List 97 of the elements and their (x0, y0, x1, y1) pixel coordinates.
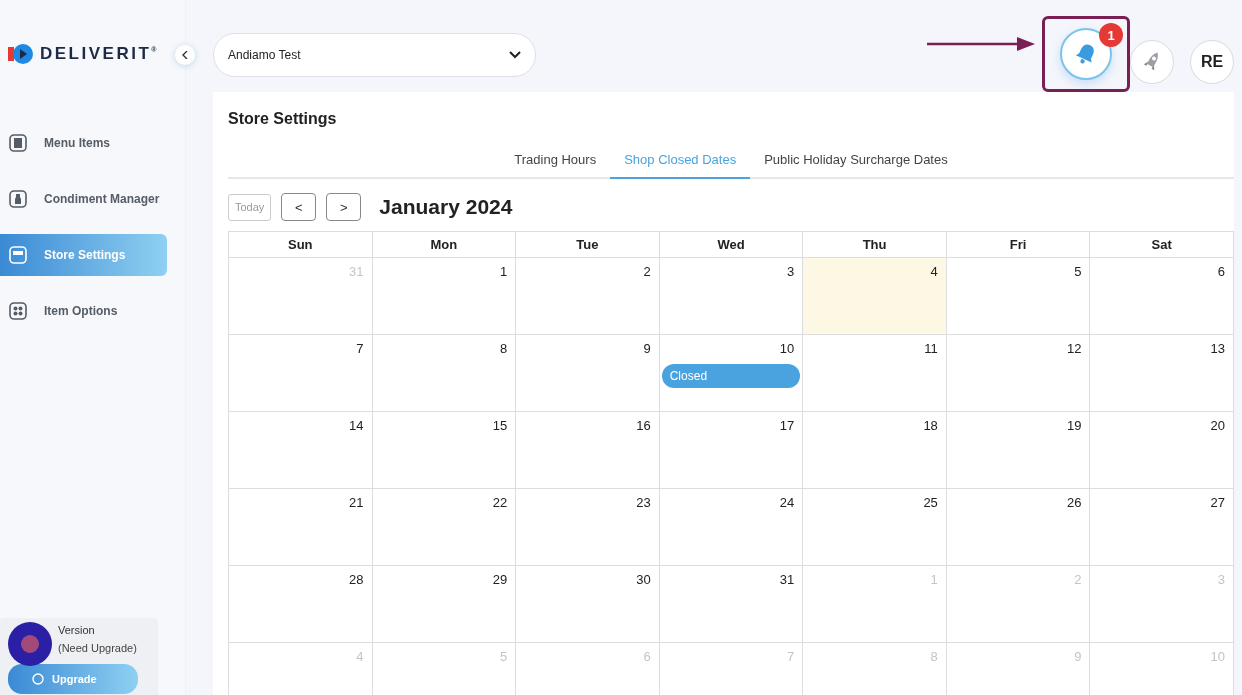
day-cell[interactable]: 1 (372, 258, 517, 335)
day-cell[interactable]: 23 (516, 489, 660, 566)
day-cell[interactable]: 8 (372, 335, 517, 412)
day-number: 11 (924, 340, 939, 356)
day-cell[interactable]: 22 (372, 489, 517, 566)
day-number: 8 (499, 340, 509, 356)
day-cell[interactable]: 21 (229, 489, 373, 566)
help-bubble[interactable] (8, 622, 52, 666)
day-cell[interactable]: 28 (229, 566, 373, 643)
avatar-button[interactable]: RE (1190, 40, 1234, 84)
day-number: 18 (923, 417, 939, 433)
day-number: 9 (643, 340, 652, 356)
page-title: Store Settings (228, 110, 338, 128)
day-cell[interactable]: 25 (803, 489, 947, 566)
day-number: 5 (499, 648, 509, 664)
day-cell[interactable]: 3 (659, 258, 804, 335)
day-number: 5 (1074, 263, 1083, 279)
tab[interactable]: Public Holiday Surcharge Dates (750, 144, 962, 179)
day-number: 23 (636, 494, 652, 510)
day-number: 14 (349, 417, 365, 433)
day-cell[interactable]: 29 (372, 566, 517, 643)
day-number: 3 (787, 263, 796, 279)
day-number: 4 (930, 263, 939, 279)
day-cell[interactable]: 18 (803, 412, 947, 489)
day-number: 30 (636, 571, 652, 587)
day-number: 31 (779, 571, 796, 587)
sidebar-item[interactable]: Condiment Manager (0, 178, 167, 220)
day-number: 27 (1210, 494, 1226, 510)
day-number: 2 (1074, 571, 1083, 587)
day-cell[interactable]: 5 (946, 258, 1091, 335)
day-cell[interactable]: 4 (803, 258, 947, 335)
plan-note: (Need Upgrade) (58, 642, 137, 654)
day-number: 17 (779, 417, 796, 433)
plan-title: Version (58, 624, 95, 636)
launch-button[interactable] (1130, 40, 1174, 84)
day-cell[interactable]: 15 (372, 412, 517, 489)
day-number: 29 (492, 571, 509, 587)
day-cell[interactable]: 6 (1090, 258, 1234, 335)
notification-badge: 1 (1099, 23, 1123, 47)
previous-button[interactable]: < (281, 193, 317, 221)
day-number: 1 (930, 571, 939, 587)
day-number: 4 (356, 648, 365, 664)
day-number: 12 (1066, 340, 1083, 356)
day-cell[interactable]: 19 (946, 412, 1091, 489)
day-cell[interactable]: 9 (516, 335, 660, 412)
dot-icon (21, 635, 39, 653)
day-number: 7 (787, 648, 796, 664)
day-number: 15 (492, 417, 509, 433)
sidebar-item[interactable]: Menu Items (0, 122, 167, 164)
day-number: 9 (1074, 648, 1083, 664)
day-cell[interactable]: 12 (946, 335, 1091, 412)
collapse-button[interactable] (175, 45, 195, 65)
brand-name: DELIVERIT$^{®}$ (40, 44, 159, 64)
day-cell[interactable]: 14 (229, 412, 373, 489)
day-cell[interactable]: 11 (803, 335, 947, 412)
day-cell[interactable]: 24 (659, 489, 804, 566)
grid-icon (8, 301, 28, 321)
day-cell[interactable]: 31 (659, 566, 804, 643)
day-number: 31 (349, 263, 365, 279)
day-number: 22 (492, 494, 509, 510)
day-number: 13 (1210, 340, 1226, 356)
day-number: 24 (779, 494, 796, 510)
day-number: 26 (1066, 494, 1083, 510)
day-number: 16 (636, 417, 652, 433)
day-cell[interactable]: 10 Closed (659, 335, 804, 412)
day-cell[interactable]: 26 (946, 489, 1091, 566)
day-number: 20 (1210, 417, 1226, 433)
sidebar-item[interactable]: Item Options (0, 290, 167, 332)
day-cell[interactable]: 30 (516, 566, 660, 643)
day-number: 2 (643, 263, 652, 279)
day-number: 28 (349, 571, 365, 587)
day-number: 21 (349, 494, 365, 510)
day-number: 10 (779, 340, 796, 356)
day-cell[interactable]: 16 (516, 412, 660, 489)
day-cell[interactable]: 13 (1090, 335, 1234, 412)
day-cell[interactable]: 17 (659, 412, 804, 489)
tab[interactable]: Trading Hours (500, 144, 611, 179)
day-number: 8 (930, 648, 939, 664)
day-cell[interactable]: 2 (516, 258, 660, 335)
day-number: 25 (923, 494, 939, 510)
day-number: 10 (1210, 648, 1226, 664)
chevron-down-icon (509, 51, 521, 59)
day-number: 1 (499, 263, 509, 279)
store-select[interactable]: Andiamo Test (213, 33, 536, 77)
day-cell[interactable]: 7 (229, 335, 373, 412)
logo-icon (8, 43, 34, 65)
day-cell[interactable]: 20 (1090, 412, 1234, 489)
day-number: 6 (643, 648, 652, 664)
day-cell[interactable]: 27 (1090, 489, 1234, 566)
bottle-icon (8, 189, 28, 209)
chevron-left-icon (182, 50, 188, 59)
day-number: 7 (356, 340, 365, 356)
day-number: 19 (1066, 417, 1083, 433)
day-number: 6 (1217, 263, 1226, 279)
next-button[interactable]: > (326, 193, 362, 221)
month-title: January 2024 (379, 195, 513, 219)
day-number: 3 (1217, 571, 1226, 587)
